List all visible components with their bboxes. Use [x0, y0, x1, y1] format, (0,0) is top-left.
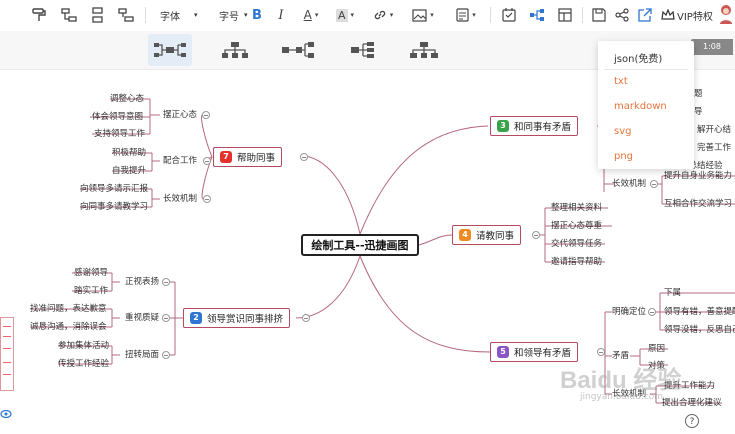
priority-5-icon: 5 [497, 346, 509, 358]
export-markdown-item[interactable]: markdown [614, 101, 667, 112]
subtopic[interactable]: 配合工作 [163, 155, 197, 167]
subtopic[interactable]: 摆正心态 [163, 109, 197, 121]
subtopic[interactable]: 长效机制 [612, 178, 646, 190]
leaf[interactable]: 互相合作交流学习 [664, 198, 732, 210]
topic-label: 领导赏识同事排挤 [207, 314, 284, 325]
watermark: Baidu 经验 [560, 367, 682, 394]
leaf[interactable]: 原因 [648, 343, 665, 355]
export-txt-item[interactable]: txt [614, 76, 628, 87]
topic-label: 帮助同事 [237, 153, 276, 164]
topic-label: 请教同事 [476, 231, 515, 242]
priority-2-icon: 2 [190, 312, 202, 324]
leaf[interactable]: 题 [694, 88, 703, 100]
export-menu: json(免费) txt markdown svg png [598, 41, 694, 169]
subtopic[interactable]: 扭转局面 [125, 349, 159, 361]
leaf[interactable]: 体会领导意图 [92, 111, 143, 123]
leaf[interactable]: 找准问题，表达歉意 [30, 303, 107, 315]
leaf[interactable]: 传授工作经验 [58, 358, 109, 370]
priority-4-icon: 4 [459, 229, 471, 241]
leaf[interactable]: 踏实工作 [74, 285, 108, 297]
leaf[interactable]: 调整心态 [110, 93, 144, 105]
topic-conflict-colleague[interactable]: 3 和同事有矛盾 [490, 116, 579, 136]
export-json-item[interactable]: json(免费) [614, 50, 662, 65]
subtopic[interactable]: 长效机制 [163, 193, 197, 205]
topic-help-colleague[interactable]: 7 帮助同事 [213, 147, 283, 167]
collapse-icon[interactable] [162, 314, 170, 322]
collapse-icon[interactable] [162, 351, 170, 359]
leaf[interactable]: 向同事多请教学习 [80, 201, 148, 213]
leaf[interactable]: 整理相关资料 [551, 202, 602, 214]
leaf[interactable]: 感谢领导 [74, 267, 108, 279]
subtopic[interactable]: 重视质疑 [125, 312, 159, 324]
collapse-icon[interactable] [532, 231, 540, 239]
leaf[interactable]: 导 [694, 106, 703, 118]
leaf[interactable]: 自我提升 [112, 165, 146, 177]
leaf[interactable]: 摆正心态尊重 [551, 220, 602, 232]
subtopic[interactable]: 正视表扬 [125, 276, 159, 288]
leaf[interactable]: 邀请指导帮助 [551, 256, 602, 268]
leaf[interactable]: 积极帮助 [112, 147, 146, 159]
leaf[interactable]: 领导有错，善意提醒 [664, 306, 735, 318]
collapse-icon[interactable] [300, 153, 308, 161]
leaf[interactable]: 下属 [664, 287, 681, 299]
leaf[interactable]: 提升自身业务能力 [664, 170, 732, 182]
leaf[interactable]: 支持领导工作 [94, 128, 145, 140]
help-icon[interactable]: ? [685, 414, 699, 428]
leaf[interactable]: 交代领导任务 [551, 238, 602, 250]
topic-leader-praise[interactable]: 2 领导赏识同事排挤 [183, 308, 291, 328]
priority-3-icon: 3 [497, 120, 509, 132]
leaf[interactable]: 参加集体活动 [58, 340, 109, 352]
export-svg-item[interactable]: svg [614, 126, 631, 137]
export-png-item[interactable]: png [614, 151, 633, 162]
leaf[interactable]: 向领导多请示汇报 [80, 183, 148, 195]
topic-label: 和领导有矛盾 [514, 348, 572, 359]
watermark-url: jingyan.baidu.com [580, 392, 664, 402]
navigator-thumbnail[interactable] [0, 317, 14, 391]
priority-7-icon: 7 [220, 151, 232, 163]
collapse-icon[interactable] [202, 111, 210, 119]
timer-badge: 1:08 [691, 39, 733, 55]
topic-consult-colleague[interactable]: 4 请教同事 [452, 225, 522, 245]
leaf[interactable]: 诚恳沟通，消除误会 [30, 321, 107, 333]
collapse-icon[interactable] [162, 278, 170, 286]
central-topic[interactable]: 绘制工具--迅捷画图 [301, 234, 419, 256]
topic-label: 和同事有矛盾 [514, 122, 572, 133]
leaf[interactable]: 领导没错，反思自己 [664, 324, 735, 336]
subtopic[interactable]: 明确定位 [612, 306, 646, 318]
collapse-icon[interactable] [203, 195, 211, 203]
collapse-icon[interactable] [302, 314, 310, 322]
collapse-icon[interactable] [203, 157, 211, 165]
collapse-icon[interactable] [648, 308, 656, 316]
collapse-icon[interactable] [597, 348, 605, 356]
eye-icon[interactable] [0, 408, 12, 423]
collapse-icon[interactable] [650, 180, 658, 188]
topic-conflict-leader[interactable]: 5 和领导有矛盾 [490, 342, 579, 362]
leaf[interactable]: 提出合理化建议 [662, 397, 722, 409]
